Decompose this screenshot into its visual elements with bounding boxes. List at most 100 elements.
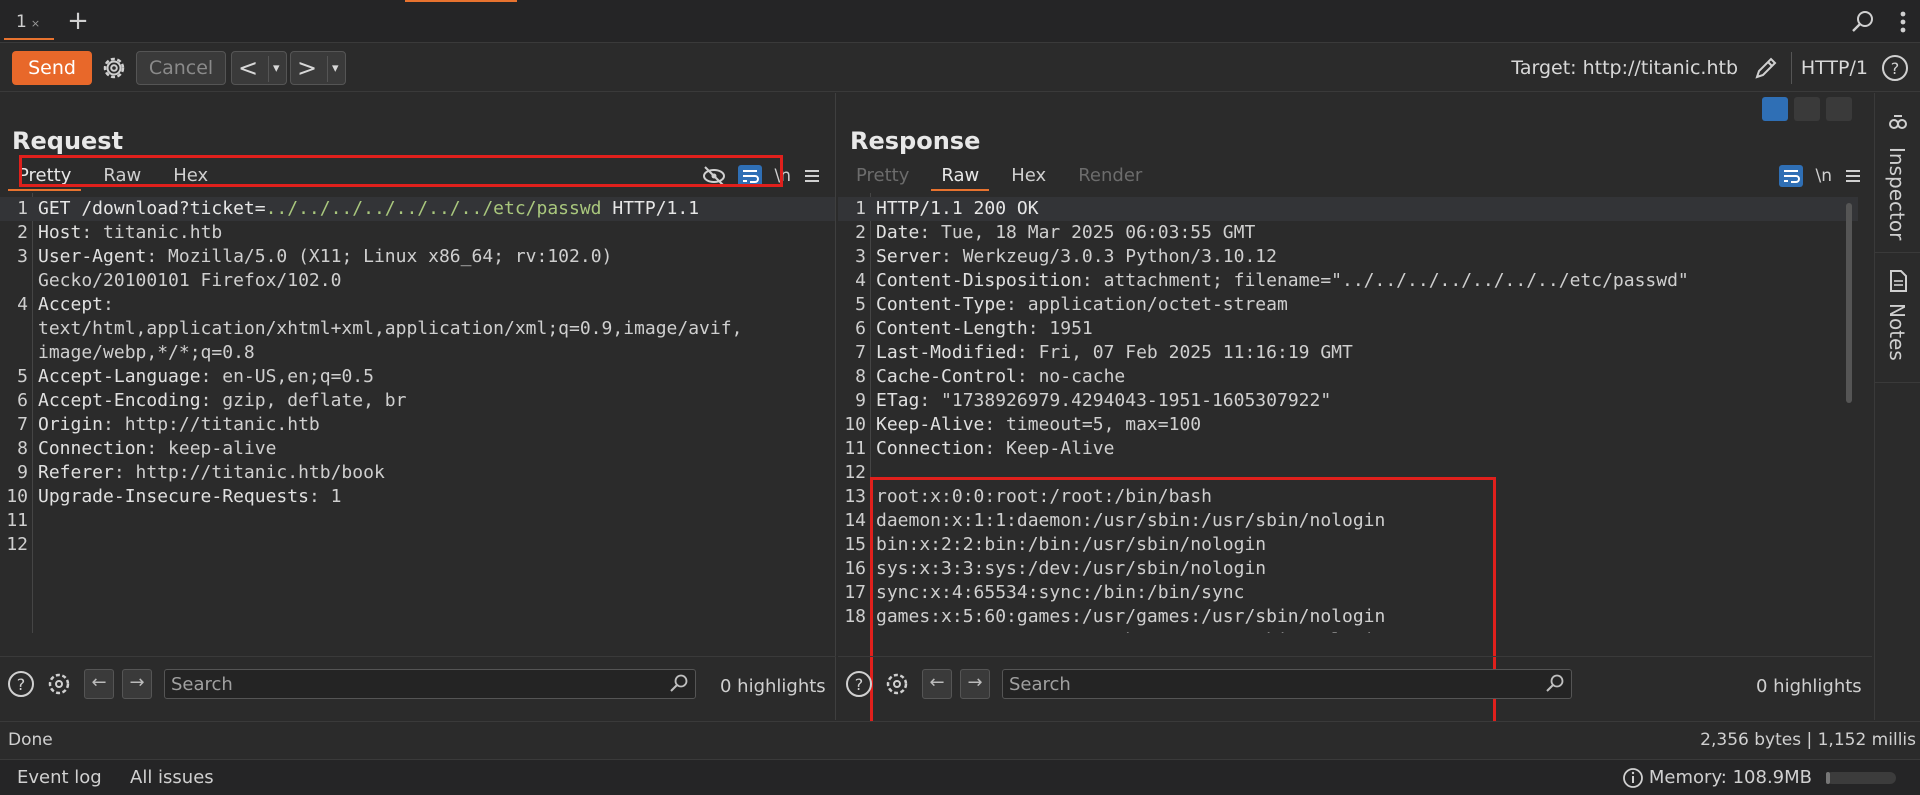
help-icon[interactable]: ? (844, 669, 874, 699)
forward-button[interactable]: > ▾ (290, 51, 346, 85)
gear-icon[interactable] (882, 669, 912, 699)
menu-icon[interactable] (1844, 167, 1862, 185)
line-number: 12 (844, 462, 866, 483)
info-icon[interactable] (1621, 766, 1645, 790)
more-vertical-icon[interactable] (1896, 8, 1910, 36)
line-number: 2 (17, 222, 28, 243)
line-content: Date: Tue, 18 Mar 2025 06:03:55 GMT (876, 221, 1255, 245)
vertical-scrollbar[interactable] (1846, 203, 1852, 403)
tab-raw[interactable]: Raw (931, 163, 990, 191)
line-content: Cache-Control: no-cache (876, 365, 1125, 389)
line-number: 17 (844, 582, 866, 603)
status-text: Done (8, 730, 53, 750)
help-icon[interactable]: ? (1880, 53, 1910, 83)
code-line: 7 Origin: http://titanic.htb (0, 413, 835, 437)
header-name: Content-Type (876, 294, 1007, 315)
code-line: 11 (0, 509, 835, 533)
header-name: Upgrade-Insecure-Requests (38, 486, 309, 507)
line-content: Server: Werkzeug/3.0.3 Python/3.10.12 (876, 245, 1277, 269)
text-segment: : Fri, 07 Feb 2025 11:16:19 GMT (1016, 342, 1353, 363)
line-number: 1 (17, 198, 28, 219)
header-name: Last-Modified (876, 342, 1017, 363)
tab-render[interactable]: Render (1068, 163, 1152, 191)
layout-split-horizontal-icon[interactable] (1794, 97, 1820, 121)
gear-icon[interactable] (98, 52, 130, 84)
target-label: Target: http://titanic.htb (1511, 57, 1738, 79)
header-name: Server (876, 246, 942, 267)
right-sidebar: Inspector Notes (1874, 93, 1920, 720)
line-content: Gecko/20100101 Firefox/102.0 (38, 269, 341, 293)
header-name: Accept-Language (38, 366, 201, 387)
pencil-icon[interactable] (1752, 54, 1780, 82)
code-line: Gecko/20100101 Firefox/102.0 (0, 269, 835, 293)
search-input[interactable] (164, 669, 696, 699)
svg-text:?: ? (855, 675, 864, 694)
header-name: ETag (876, 390, 920, 411)
line-number: 10 (844, 414, 866, 435)
header-name: Referer (38, 462, 114, 483)
layout-tabs-icon[interactable] (1826, 97, 1852, 121)
text-segment: HTTP/1.1 200 OK (876, 198, 1039, 219)
add-tab-button[interactable]: + (64, 6, 92, 36)
search-input[interactable] (1002, 669, 1572, 699)
gear-icon[interactable] (44, 669, 74, 699)
request-editor[interactable]: 1 GET /download?ticket=../../../../../../… (0, 193, 835, 633)
header-name: Content-Disposition (876, 270, 1082, 291)
code-line: 5 Content-Type: application/octet-stream (838, 293, 1858, 317)
back-button[interactable]: < ▾ (231, 51, 287, 85)
header-name: Origin (38, 414, 104, 435)
http-version-toggle[interactable]: HTTP/1 (1801, 57, 1868, 79)
header-name: Host (38, 222, 82, 243)
line-content: GET /download?ticket=../../../../../../.… (38, 197, 699, 221)
request-line-highlight-box (19, 155, 783, 187)
line-number: 1 (855, 198, 866, 219)
code-line: 9 ETag: "1738926979.4294043-1951-16053079… (838, 389, 1858, 413)
tab-1[interactable]: 1 × (4, 4, 54, 40)
inspector-tab[interactable]: Inspector (1875, 93, 1920, 253)
previous-match-button[interactable]: ← (84, 669, 114, 699)
tab-pretty[interactable]: Pretty (846, 163, 919, 191)
tab-close-icon[interactable]: × (31, 17, 40, 30)
menu-icon[interactable] (803, 167, 821, 185)
next-match-button[interactable]: → (960, 669, 990, 699)
send-button[interactable]: Send (12, 51, 92, 85)
search-icon (1546, 674, 1564, 692)
code-line: 11 Connection: Keep-Alive (838, 437, 1858, 461)
response-search-bar: ? ← → 0 highlights (838, 656, 1872, 708)
header-name: Accept-Encoding (38, 390, 201, 411)
line-content: Accept-Encoding: gzip, deflate, br (38, 389, 406, 413)
help-icon[interactable]: ? (6, 669, 36, 699)
layout-split-vertical-icon[interactable] (1762, 97, 1788, 121)
search-icon[interactable] (1850, 9, 1876, 35)
code-line: 4 Content-Disposition: attachment; filena… (838, 269, 1858, 293)
line-content: Host: titanic.htb (38, 221, 222, 245)
event-log-link[interactable]: Event log (17, 767, 102, 788)
forward-dropdown-icon[interactable]: ▾ (327, 56, 339, 82)
notes-tab[interactable]: Notes (1875, 253, 1920, 383)
request-title: Request (12, 127, 124, 155)
next-match-button[interactable]: → (122, 669, 152, 699)
code-line: 3 User-Agent: Mozilla/5.0 (X11; Linux x86… (0, 245, 835, 269)
tab-hex[interactable]: Hex (1001, 163, 1056, 191)
text-segment: : http://titanic.htb/book (113, 462, 385, 483)
cancel-button[interactable]: Cancel (136, 51, 226, 85)
traversal-path: ../../../../../../../etc/passwd (265, 198, 602, 219)
layout-switcher (1762, 97, 1852, 121)
line-content: Last-Modified: Fri, 07 Feb 2025 11:16:19… (876, 341, 1353, 365)
memory-bar-fill (1826, 772, 1830, 784)
line-number: 9 (17, 462, 28, 483)
chevron-left-icon: < (238, 54, 259, 82)
line-number: 6 (17, 390, 28, 411)
word-wrap-icon[interactable] (1779, 165, 1804, 187)
line-content: text/html,application/xhtml+xml,applicat… (38, 317, 742, 341)
previous-match-button[interactable]: ← (922, 669, 952, 699)
text-segment: : application/octet-stream (1006, 294, 1288, 315)
line-number: 18 (844, 606, 866, 627)
header-name: Connection (38, 438, 147, 459)
show-newlines-toggle[interactable]: \n (1815, 166, 1832, 186)
text-segment: : (103, 294, 114, 315)
all-issues-link[interactable]: All issues (130, 767, 214, 788)
back-dropdown-icon[interactable]: ▾ (268, 56, 280, 82)
line-number: 5 (855, 294, 866, 315)
text-segment: : Werkzeug/3.0.3 Python/3.10.12 (941, 246, 1277, 267)
